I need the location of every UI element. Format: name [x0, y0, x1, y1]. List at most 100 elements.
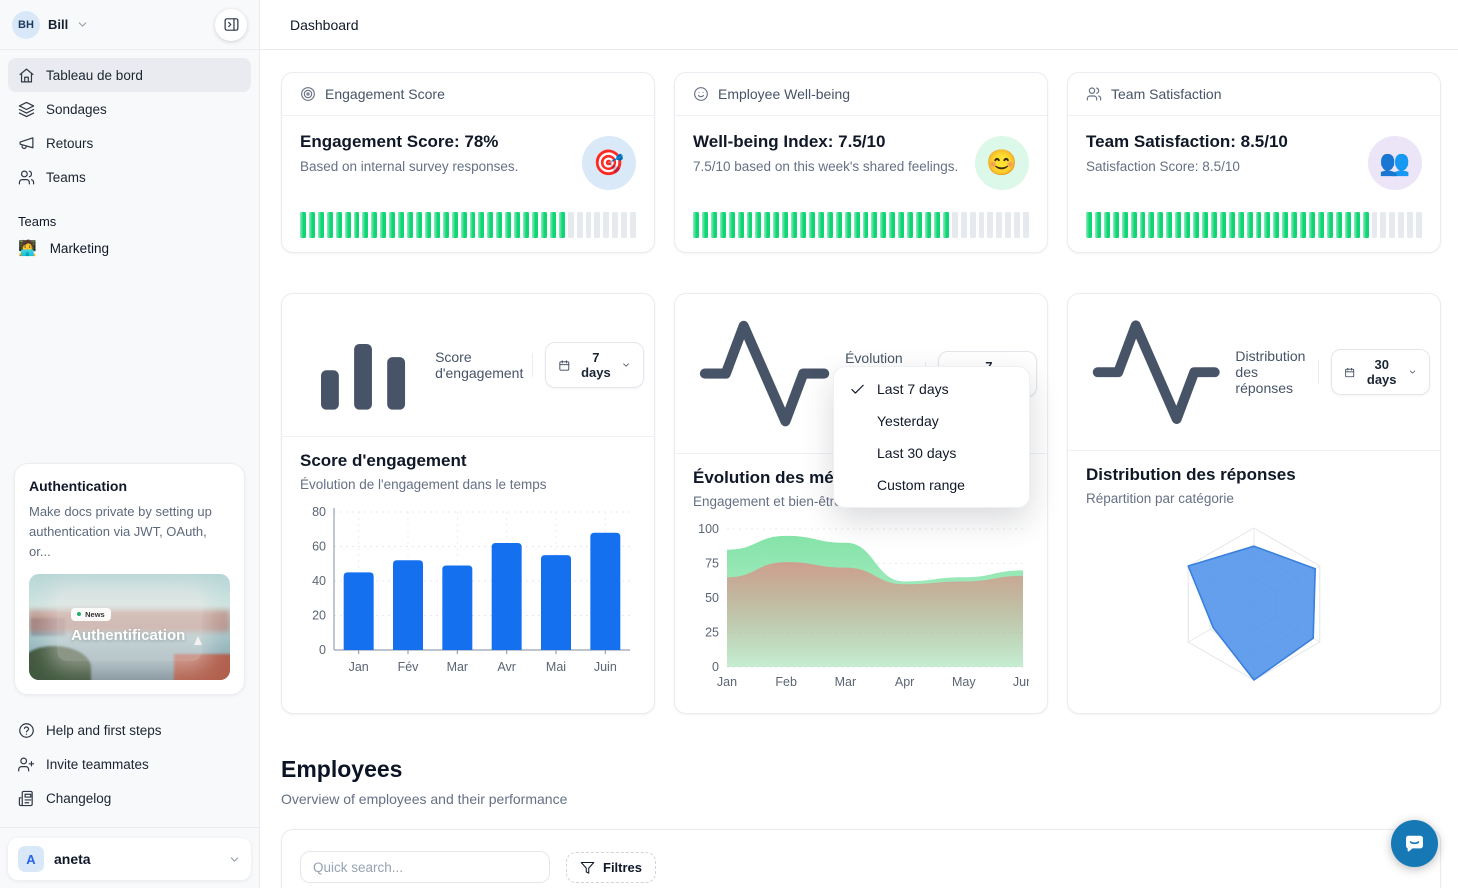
- employees-title: Employees: [281, 756, 1441, 783]
- svg-text:75: 75: [705, 557, 719, 571]
- employees-table-card: Filtres UserTeamPositionParticipationPer…: [281, 829, 1441, 888]
- chart-card-header: Distribution des réponses30 days: [1068, 294, 1440, 451]
- chart-card-header-label: Score d'engagement: [435, 349, 523, 381]
- employees-subtitle: Overview of employees and their performa…: [281, 791, 1441, 807]
- sidebar-item-sondages[interactable]: Sondages: [8, 92, 251, 126]
- sidebar-header: BH Bill: [0, 0, 259, 50]
- svg-text:Jan: Jan: [717, 675, 737, 689]
- sidebar-item-label: Retours: [46, 136, 93, 151]
- team-item-label: Marketing: [50, 241, 109, 256]
- stat-card: Engagement ScoreEngagement Score: 78%Bas…: [281, 72, 655, 253]
- user-name[interactable]: Bill: [48, 17, 68, 32]
- news-badge: News: [71, 608, 111, 621]
- table-toolbar: Filtres: [282, 830, 1440, 883]
- svg-text:Avr: Avr: [497, 660, 516, 674]
- promo-image-overlay: News Authentification: [57, 591, 202, 661]
- svg-text:0: 0: [712, 660, 719, 674]
- chart-subtitle: Évolution de l'engagement dans le temps: [300, 477, 636, 492]
- menu-item-last-7-days[interactable]: Last 7 days: [834, 373, 1029, 405]
- help-icon: [18, 722, 35, 739]
- teams-section-label: Teams: [0, 202, 259, 233]
- sidebar-item-retours[interactable]: Retours: [8, 126, 251, 160]
- stat-card: Employee Well-beingWell-being Index: 7.5…: [674, 72, 1048, 253]
- activity-icon: [1086, 302, 1226, 442]
- users-icon: [18, 169, 35, 186]
- user-avatar[interactable]: BH: [12, 11, 40, 39]
- sidebar-item-marketing[interactable]: 🧑‍💻 Marketing: [0, 233, 259, 264]
- menu-item-yesterday[interactable]: Yesterday: [834, 405, 1029, 437]
- sidebar-item-label: Help and first steps: [46, 723, 162, 738]
- area-chart: 0255075100JanFebMarAprMayJun: [693, 517, 1029, 705]
- svg-text:Juin: Juin: [594, 660, 617, 674]
- bar-chart: 020406080JanFévMarAvrMaiJuin: [300, 500, 636, 688]
- stat-card-header-label: Engagement Score: [325, 86, 445, 102]
- svg-text:25: 25: [705, 626, 719, 640]
- svg-text:Jun: Jun: [1013, 675, 1029, 689]
- stat-emoji-icon: 👥: [1368, 136, 1422, 190]
- filters-label: Filtres: [603, 860, 642, 875]
- menu-item-label: Last 7 days: [877, 381, 949, 397]
- menu-item-last-30-days[interactable]: Last 30 days: [834, 437, 1029, 469]
- divider: [0, 827, 259, 828]
- stat-emoji-icon: 😊: [975, 136, 1029, 190]
- chat-bubble-icon: [1402, 831, 1427, 856]
- segmented-progress-bar: [1086, 212, 1422, 238]
- svg-text:Apr: Apr: [895, 675, 914, 689]
- sidebar-item-label: Teams: [46, 170, 86, 185]
- calendar-icon: [1344, 365, 1355, 380]
- date-range-button[interactable]: 30 days: [1331, 349, 1430, 395]
- chevron-down-icon: [621, 359, 631, 371]
- svg-text:50: 50: [705, 591, 719, 605]
- newspaper-icon: [18, 790, 35, 807]
- chart-subtitle: Répartition par catégorie: [1086, 491, 1422, 506]
- sidebar-item-help-and-first-steps[interactable]: Help and first steps: [8, 713, 251, 747]
- activity-icon: [693, 302, 836, 445]
- sidebar-item-label: Tableau de bord: [46, 68, 143, 83]
- search-input[interactable]: [300, 851, 550, 883]
- chat-launcher-button[interactable]: [1391, 820, 1438, 867]
- workspace-switcher[interactable]: A aneta: [8, 838, 251, 880]
- chart-title: Distribution des réponses: [1086, 465, 1422, 485]
- stat-card-header: Employee Well-being: [675, 73, 1047, 116]
- date-range-dropdown-menu: Last 7 days Yesterday Last 30 days Custom r…: [833, 366, 1030, 508]
- calendar-icon: [558, 358, 571, 373]
- menu-item-label: Last 30 days: [877, 445, 956, 461]
- promo-image[interactable]: News Authentification: [29, 574, 230, 680]
- sidebar-item-teams[interactable]: Teams: [8, 160, 251, 194]
- svg-text:40: 40: [312, 574, 326, 588]
- chart-card-header: Score d'engagement 7 days: [282, 294, 654, 437]
- chevron-down-icon[interactable]: [76, 18, 89, 31]
- menu-item-label: Custom range: [877, 477, 965, 493]
- stat-card-header: Team Satisfaction: [1068, 73, 1440, 116]
- date-range-button[interactable]: 7 days: [545, 342, 644, 388]
- workspace-avatar: A: [18, 846, 44, 872]
- sidebar-item-tableau-de-bord[interactable]: Tableau de bord: [8, 58, 251, 92]
- radar-chart: [1086, 514, 1422, 702]
- sidebar-footer-nav: Help and first steps Invite teammates Chan…: [0, 705, 259, 823]
- technologist-emoji-icon: 🧑‍💻: [18, 241, 37, 256]
- promo-image-title: Authentification: [71, 627, 185, 644]
- collapse-sidebar-button[interactable]: [215, 9, 247, 41]
- menu-item-custom-range[interactable]: Custom range: [834, 469, 1029, 501]
- chart-title: Score d'engagement: [300, 451, 636, 471]
- filters-button[interactable]: Filtres: [566, 852, 656, 883]
- sidebar-item-label: Invite teammates: [46, 757, 149, 772]
- chevron-down-icon: [228, 853, 241, 866]
- home-icon: [18, 67, 35, 84]
- chart-card: Score d'engagement7 daysScore d'engageme…: [281, 293, 655, 714]
- svg-text:Fév: Fév: [398, 660, 420, 674]
- sidebar-nav: Tableau de bord Sondages Retours Teams: [0, 50, 259, 202]
- svg-text:100: 100: [698, 522, 719, 536]
- sidebar-item-invite-teammates[interactable]: Invite teammates: [8, 747, 251, 781]
- authentication-promo-card[interactable]: Authentication Make docs private by sett…: [14, 463, 245, 695]
- promo-title: Authentication: [29, 478, 230, 494]
- chevron-down-icon: [1408, 366, 1417, 378]
- workspace-name: aneta: [54, 851, 91, 867]
- date-range-label: 30 days: [1364, 357, 1400, 387]
- panel-collapse-icon: [223, 16, 240, 33]
- sidebar-item-changelog[interactable]: Changelog: [8, 781, 251, 815]
- page-title: Dashboard: [260, 0, 1458, 50]
- segmented-progress-bar: [693, 212, 1029, 238]
- users-icon: [1086, 86, 1102, 102]
- svg-text:80: 80: [312, 505, 326, 519]
